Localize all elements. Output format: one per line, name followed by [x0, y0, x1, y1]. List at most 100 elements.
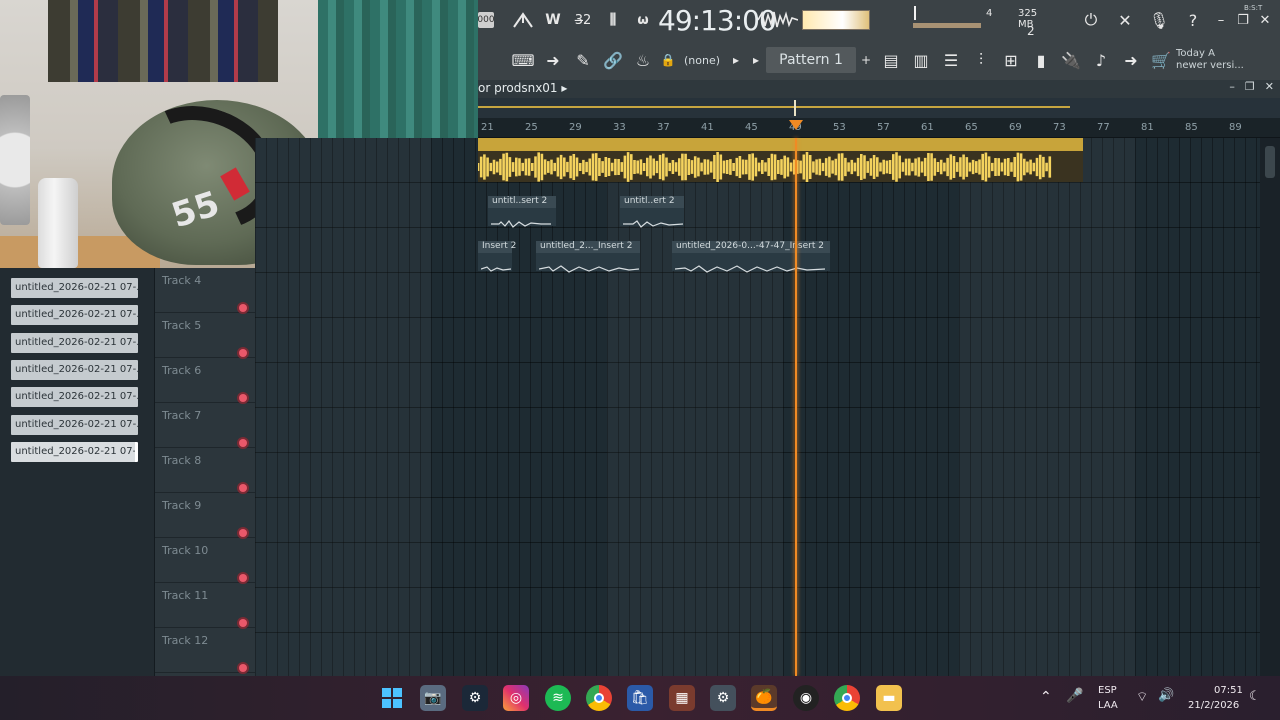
lock-icon[interactable]: 🔒	[658, 45, 678, 75]
microphone-icon[interactable]: 🎙	[1144, 5, 1174, 35]
track-header[interactable]: Track 8	[155, 448, 255, 493]
track-mute-icon[interactable]	[239, 664, 247, 672]
track-mute-icon[interactable]	[239, 484, 247, 492]
track-mute-icon[interactable]	[239, 349, 247, 357]
track-name[interactable]: Track 9	[162, 499, 201, 512]
play-pattern-icon[interactable]: ▸	[746, 45, 766, 75]
track-mute-icon[interactable]	[239, 619, 247, 627]
track-header[interactable]: Track 6	[155, 358, 255, 403]
chrome-icon-2[interactable]	[834, 685, 860, 711]
picker-clip-item[interactable]: untitled_2026-02-21 07-...	[11, 414, 138, 435]
export-icon[interactable]: ➜	[1116, 45, 1146, 75]
start-icon[interactable]	[379, 685, 405, 711]
audio-clip[interactable]: untitl..ert 2	[620, 196, 684, 228]
playlist-overview-scrollbar[interactable]	[478, 98, 1280, 118]
playhead-line[interactable]	[795, 138, 797, 676]
track-name[interactable]: Track 12	[162, 634, 208, 647]
pencil-icon[interactable]: ✎	[568, 45, 598, 75]
close-icon[interactable]: ✕	[1256, 13, 1274, 28]
fl-studio-icon[interactable]: 🍊	[751, 685, 777, 711]
playlist-title[interactable]: or prodsnx01 ▸	[478, 81, 567, 95]
channel-rack-icon[interactable]: ☰	[936, 45, 966, 75]
chevron-right-icon[interactable]: ▸	[726, 45, 746, 75]
track-name[interactable]: Track 10	[162, 544, 208, 557]
settings-icon[interactable]: ⚙	[710, 685, 736, 711]
song-position-time[interactable]: 49:13:00	[658, 4, 777, 37]
scroll-thumb[interactable]	[1265, 146, 1275, 178]
audio-clip[interactable]: untitled_2026-0...-47-47_Insert 2	[672, 241, 830, 273]
playhead-marker-icon[interactable]	[789, 120, 803, 130]
track-header[interactable]: Track 12	[155, 628, 255, 673]
master-volume-meter[interactable]	[802, 10, 870, 30]
picker-clip-item[interactable]: untitled_2026-02-21 07-...	[11, 441, 138, 462]
audio-clip-main[interactable]	[478, 138, 1083, 182]
arrow-right-icon[interactable]: ➜	[538, 45, 568, 75]
picker-clip-item[interactable]: untitled_2026-02-21 07-...	[11, 359, 138, 380]
track-header[interactable]: Track 11	[155, 583, 255, 628]
tools-icon[interactable]: ✕	[1110, 5, 1140, 35]
playlist-icon[interactable]: ▤	[876, 45, 906, 75]
countdown-icon[interactable]: 3̶2	[568, 5, 598, 35]
track-header[interactable]: Track 9	[155, 493, 255, 538]
tray-mic-icon[interactable]: 🎤	[1066, 688, 1083, 704]
minimize-icon[interactable]: –	[1212, 13, 1230, 28]
track-header[interactable]: Track 10	[155, 538, 255, 583]
track-mute-icon[interactable]	[239, 439, 247, 447]
steam-icon[interactable]: ⚙	[462, 685, 488, 711]
pattern-selector[interactable]: Pattern 1	[766, 47, 856, 73]
language-line-2[interactable]: LAA	[1098, 700, 1118, 711]
stamp-icon[interactable]: ♨	[628, 45, 658, 75]
language-line-1[interactable]: ESP	[1098, 685, 1117, 696]
plugin-icon[interactable]: 🔌	[1056, 45, 1086, 75]
track-mute-icon[interactable]	[239, 574, 247, 582]
keyboard-icon[interactable]: ⌨	[508, 45, 538, 75]
timeline-ruler[interactable]: 21 25 29 33 37 41 45 49 53 57 61 65 69 73 77 81 85 89	[478, 118, 1280, 138]
browser-icon[interactable]: ⊞	[996, 45, 1026, 75]
instagram-icon[interactable]: ◎	[503, 685, 529, 711]
playlist-close-icon[interactable]: ✕	[1265, 80, 1274, 93]
performance-icon[interactable]: ♪	[1086, 45, 1116, 75]
restore-icon[interactable]: ❐	[1234, 13, 1252, 28]
track-name[interactable]: Track 8	[162, 454, 201, 467]
track-mute-icon[interactable]	[239, 394, 247, 402]
track-mute-icon[interactable]	[239, 529, 247, 537]
chrome-icon[interactable]	[586, 685, 612, 711]
track-name[interactable]: Track 7	[162, 409, 201, 422]
wait-for-input-icon[interactable]: W	[538, 5, 568, 35]
track-mute-icon[interactable]	[239, 304, 247, 312]
mixer-icon[interactable]: ⫶	[966, 45, 996, 75]
overview-position-marker[interactable]	[794, 100, 796, 116]
picker-clip-item[interactable]: untitled_2026-02-21 07-...	[11, 332, 138, 353]
tempo-display[interactable]: 000	[477, 12, 495, 28]
news-panel[interactable]: Today A newer versi...	[1176, 48, 1248, 72]
tray-chevron-up-icon[interactable]: ⌃	[1040, 689, 1052, 705]
step-edit-icon[interactable]: ⫼	[598, 5, 628, 35]
picker-clip-item[interactable]: untitled_2026-02-21 07-...	[11, 387, 138, 408]
track-name[interactable]: Track 4	[162, 274, 201, 287]
obs-icon[interactable]: ◉	[793, 685, 819, 711]
camera-app-icon[interactable]: 📷	[420, 685, 446, 711]
link-icon[interactable]: 🔗	[598, 45, 628, 75]
metronome-icon[interactable]	[508, 5, 538, 35]
picker-clip-item[interactable]: untitled_2026-02-21 07-...	[11, 305, 138, 326]
vertical-scrollbar[interactable]	[1260, 138, 1280, 676]
spotify-icon[interactable]: ≋	[545, 685, 571, 711]
loop-record-icon[interactable]: ω	[628, 5, 658, 35]
file-explorer-icon[interactable]: ▬	[876, 685, 902, 711]
add-pattern-icon[interactable]: +	[856, 45, 876, 75]
track-header[interactable]: Track 7	[155, 403, 255, 448]
picker-clip-item[interactable]: untitled_2026-02-21 07-...	[11, 278, 138, 298]
audio-clip[interactable]: Insert 2	[478, 241, 516, 272]
help-icon[interactable]: ?	[1178, 5, 1208, 35]
volume-icon[interactable]: 🔊	[1158, 688, 1174, 703]
track-header[interactable]: Track 5	[155, 313, 255, 358]
cart-icon[interactable]: 🛒	[1146, 45, 1176, 75]
notification-icon[interactable]: ☾	[1249, 689, 1261, 704]
channel-selector[interactable]: (none)	[678, 54, 726, 67]
audio-clip[interactable]: untitled_2..._Insert 2	[536, 241, 640, 273]
audio-clip[interactable]: untitl..sert 2	[488, 196, 556, 228]
playlist-minimize-icon[interactable]: –	[1229, 80, 1235, 93]
power-icon[interactable]: ⏻	[1076, 5, 1106, 35]
track-name[interactable]: Track 11	[162, 589, 208, 602]
track-name[interactable]: Track 5	[162, 319, 201, 332]
